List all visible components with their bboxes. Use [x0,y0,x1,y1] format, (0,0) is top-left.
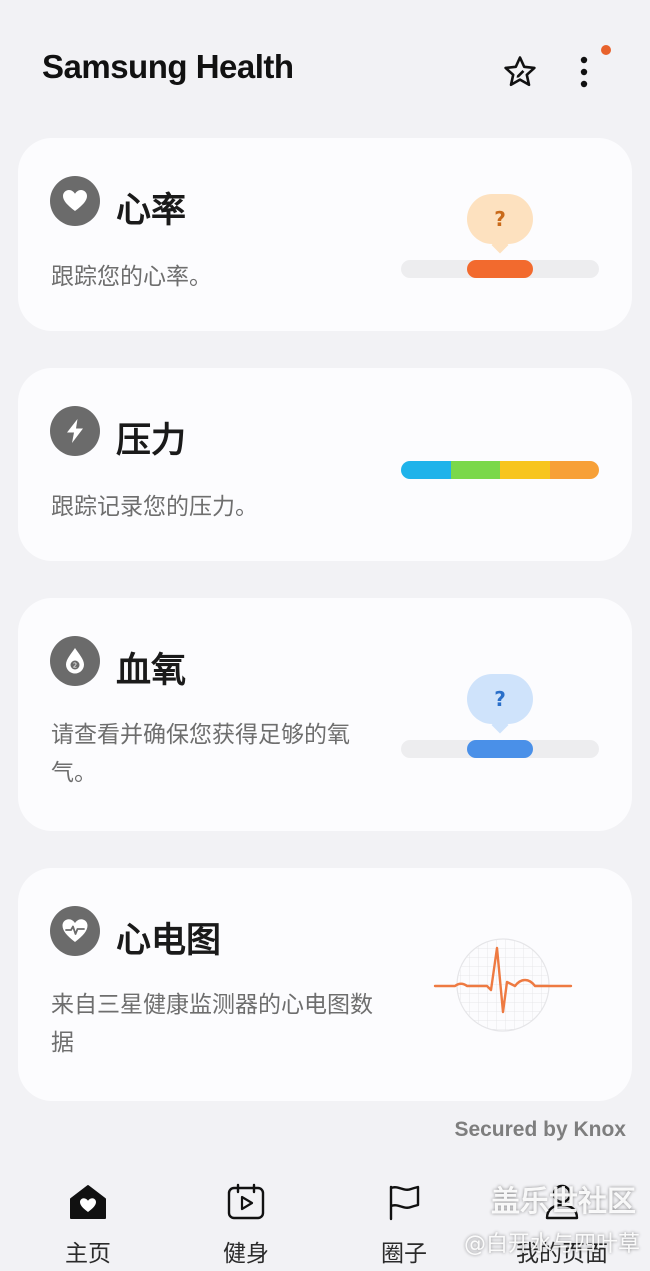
ecg-description: 来自三星健康监测器的心电图数据 [51,992,373,1056]
stress-segment-3 [500,461,550,479]
stress-card[interactable]: 压力 跟踪记录您的压力。 [18,368,632,561]
heart-rate-card[interactable]: 心率 跟踪您的心率。 ? [18,138,632,331]
heart-rate-bubble: ? [467,194,533,244]
top-app-bar: Samsung Health [0,0,650,130]
stress-title: 压力 [116,421,187,461]
ecg-card[interactable]: 心电图 来自三星健康监测器的心电图数据 [18,868,632,1101]
stress-segment-4 [549,461,599,479]
blood-oxygen-gauge [401,740,599,758]
stress-level-bar [401,461,599,479]
calendar-play-icon [227,1183,265,1220]
blood-oxygen-bubble: ? [467,674,533,724]
blood-oxygen-card[interactable]: 2 血氧 请查看并确保您获得足够的氧气。 ? [18,598,632,831]
heart-rate-title: 心率 [116,191,187,231]
watermark-author: @白开水与四叶草 [463,1232,640,1257]
home-heart-icon [70,1185,106,1219]
notification-dot [601,45,611,55]
app-title: Samsung Health [42,48,294,85]
ecg-illustration [433,930,573,1040]
more-vertical-icon [580,56,588,88]
heart-icon [50,176,100,226]
nav-item-fitness[interactable]: 健身 [181,1182,311,1268]
heart-rate-description: 跟踪您的心率。 [51,264,212,290]
heart-pulse-icon [50,906,100,956]
ecg-title: 心电图 [116,921,222,961]
star-edit-button[interactable] [498,48,542,96]
more-options-button[interactable] [562,48,606,96]
app-root: Samsung Health 心率 跟踪您的心率。 ? 压力 跟踪记录您的压力。… [0,0,650,1271]
nav-item-home[interactable]: 主页 [23,1182,153,1268]
nav-label-home: 主页 [65,1241,111,1267]
heart-rate-gauge-marker [467,260,533,278]
flag-icon [389,1185,420,1221]
blood-oxygen-title: 血氧 [116,651,187,691]
watermark-community: 盖乐世社区 [490,1184,636,1218]
stress-description: 跟踪记录您的压力。 [51,494,258,520]
lightning-icon [50,406,100,456]
nav-label-fitness: 健身 [223,1241,269,1267]
star-edit-icon [504,56,536,87]
blood-oxygen-gauge-marker [467,740,533,758]
svg-text:2: 2 [73,662,77,670]
drop-icon: 2 [50,636,100,686]
heart-rate-gauge [401,260,599,278]
stress-segment-2 [450,461,500,479]
blood-oxygen-description: 请查看并确保您获得足够的氧气。 [51,722,350,786]
secured-by-knox-label: Secured by Knox [454,1118,626,1141]
watermark: 盖乐世社区 @白开水与四叶草 [420,1178,650,1258]
stress-segment-1 [401,461,451,479]
